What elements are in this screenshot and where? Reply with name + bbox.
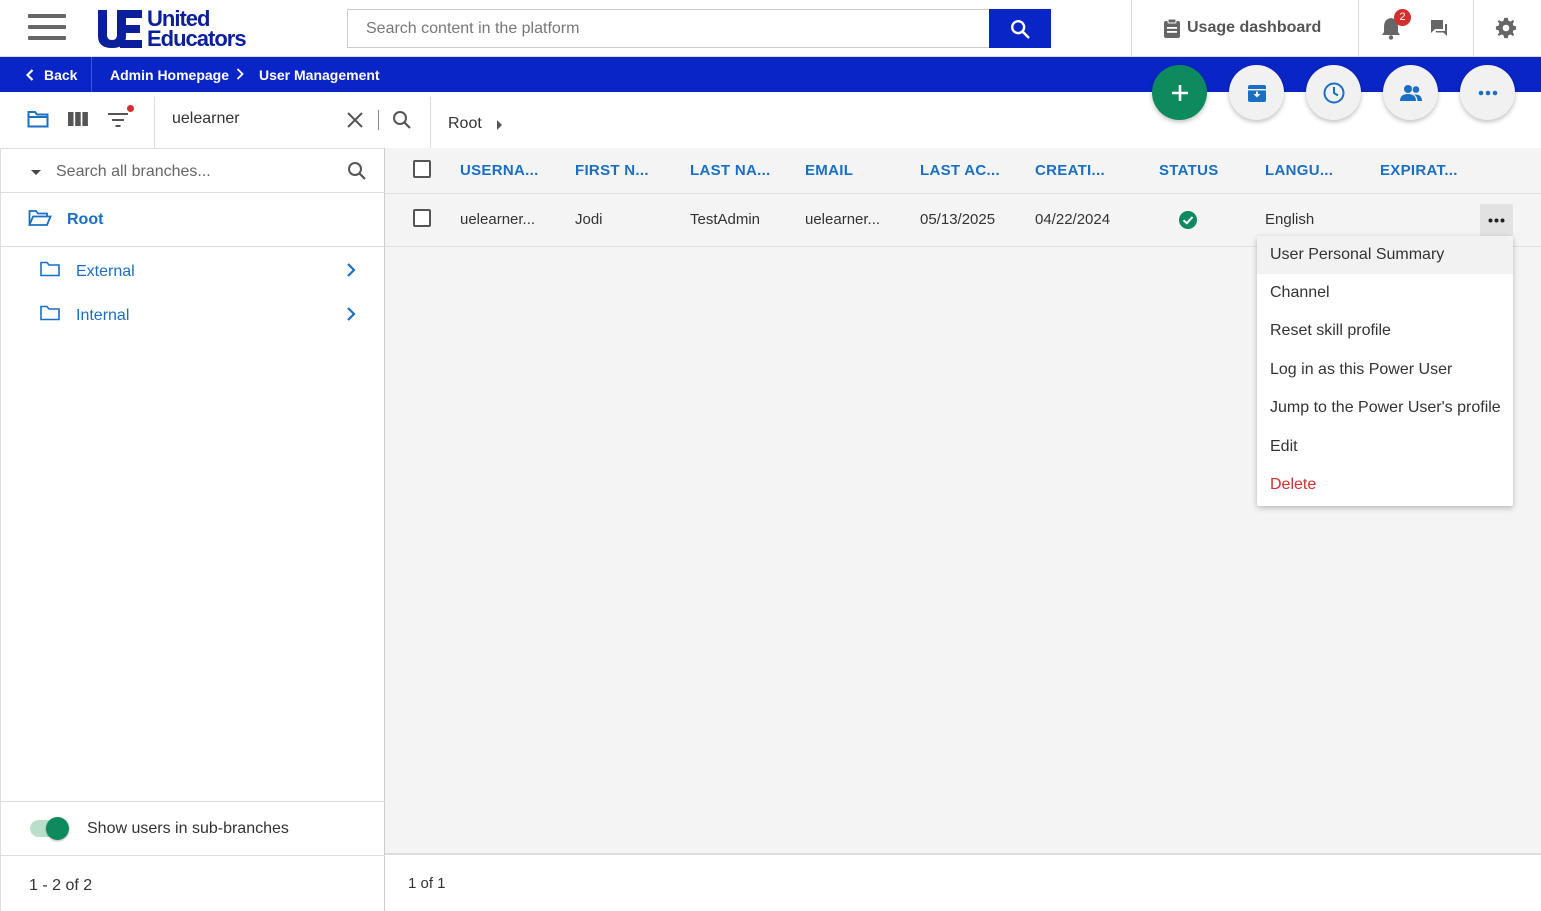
grid-pagination-label: 1 of 1 — [408, 875, 446, 892]
ellipsis-icon — [1488, 218, 1505, 222]
top-header: United Educators Usage dashboard 2 — [0, 0, 1541, 57]
caret-right-icon[interactable] — [497, 120, 502, 130]
select-all-checkbox[interactable] — [413, 160, 431, 178]
groups-button[interactable] — [1383, 65, 1438, 120]
columns-icon[interactable] — [68, 112, 88, 131]
usage-dashboard-label: Usage dashboard — [1187, 19, 1322, 36]
branch-item-label: Internal — [76, 307, 130, 324]
sub-branches-toggle[interactable] — [30, 817, 69, 840]
cell-creation: 04/22/2024 — [1035, 211, 1111, 228]
branch-item-external[interactable]: External — [1, 250, 385, 290]
settings-gear-icon[interactable] — [1495, 17, 1517, 44]
plus-icon — [1171, 84, 1188, 101]
logo-mark — [96, 9, 144, 49]
column-header-username[interactable]: USERNA... — [460, 162, 539, 179]
user-search-input[interactable]: uelearner — [172, 110, 240, 128]
add-user-button[interactable] — [1152, 65, 1207, 120]
branch-item-label: External — [76, 263, 135, 280]
sub-branches-toggle-row: Show users in sub-branches — [1, 801, 385, 855]
back-button[interactable]: Back — [26, 67, 77, 83]
search-icon[interactable] — [347, 161, 367, 186]
chevron-left-icon — [26, 69, 34, 81]
search-icon — [1011, 19, 1030, 39]
folder-icon — [40, 305, 60, 326]
global-search-button[interactable] — [989, 9, 1051, 48]
filter-icon[interactable] — [108, 112, 128, 133]
search-icon[interactable] — [392, 110, 412, 135]
users-icon — [1399, 84, 1422, 101]
branches-panel: Root External Internal Show users in sub… — [0, 148, 385, 911]
logo-line-2: Educators — [147, 26, 247, 51]
back-label: Back — [44, 67, 78, 83]
usage-dashboard-link[interactable]: Usage dashboard — [1163, 18, 1321, 38]
ellipsis-icon — [1478, 90, 1497, 95]
clock-icon — [1323, 82, 1344, 103]
breadcrumb-admin-homepage[interactable]: Admin Homepage — [110, 67, 229, 83]
menu-item-edit[interactable]: Edit — [1257, 428, 1513, 466]
branch-search — [1, 149, 385, 193]
branch-root-label: Root — [67, 211, 104, 228]
clipboard-icon — [1164, 18, 1180, 38]
folder-open-icon — [28, 209, 52, 232]
global-search-input[interactable] — [348, 10, 990, 47]
row-actions-button[interactable] — [1480, 204, 1513, 236]
notification-count-badge: 2 — [1394, 9, 1411, 26]
branch-item-internal[interactable]: Internal — [1, 294, 385, 334]
column-header-last-access[interactable]: LAST AC... — [920, 162, 1000, 179]
messages-chat-icon[interactable] — [1429, 18, 1449, 43]
archive-icon — [1247, 84, 1266, 102]
column-header-expiration[interactable]: EXPIRAT... — [1380, 162, 1458, 179]
more-actions-button[interactable] — [1460, 65, 1515, 120]
menu-item-jump-to-profile[interactable]: Jump to the Power User's profile — [1257, 389, 1513, 427]
column-header-status[interactable]: STATUS — [1159, 162, 1219, 179]
caret-down-icon[interactable] — [31, 170, 41, 175]
clear-search-icon[interactable] — [346, 111, 364, 134]
column-header-first-name[interactable]: FIRST N... — [575, 162, 649, 179]
sub-branches-label: Show users in sub-branches — [87, 820, 289, 837]
column-header-creation[interactable]: CREATI... — [1035, 162, 1105, 179]
chevron-right-icon — [236, 67, 244, 83]
cell-last-name: TestAdmin — [690, 211, 761, 228]
column-header-email[interactable]: EMAIL — [805, 162, 853, 179]
cell-last-access: 05/13/2025 — [920, 211, 996, 228]
menu-item-channel[interactable]: Channel — [1257, 274, 1513, 312]
menu-item-delete[interactable]: Delete — [1257, 466, 1513, 504]
breadcrumb-user-management: User Management — [259, 67, 380, 83]
branch-root[interactable]: Root — [1, 193, 385, 247]
menu-item-log-in-as-user[interactable]: Log in as this Power User — [1257, 351, 1513, 389]
cell-email: uelearner... — [805, 211, 881, 228]
folder-icon — [40, 261, 60, 282]
archive-button[interactable] — [1229, 65, 1284, 120]
cell-username: uelearner... — [460, 211, 536, 228]
cell-language: English — [1265, 211, 1315, 228]
row-checkbox[interactable] — [413, 209, 431, 227]
folder-view-icon[interactable] — [27, 110, 49, 133]
path-root[interactable]: Root — [448, 115, 482, 133]
chevron-right-icon[interactable] — [346, 306, 356, 327]
cell-first-name: Jodi — [575, 211, 603, 228]
history-button[interactable] — [1306, 65, 1361, 120]
hamburger-menu-icon[interactable] — [28, 14, 68, 42]
column-header-language[interactable]: LANGU... — [1265, 162, 1333, 179]
row-context-menu: User Personal Summary Channel Reset skil… — [1257, 236, 1513, 506]
menu-item-user-personal-summary[interactable]: User Personal Summary — [1257, 236, 1513, 274]
branch-search-input[interactable] — [56, 159, 326, 185]
grid-pagination: 1 of 1 — [385, 853, 1541, 911]
column-header-last-name[interactable]: LAST NA... — [690, 162, 771, 179]
active-filter-dot — [127, 105, 134, 112]
status-active-icon — [1179, 211, 1197, 229]
grid-header: USERNA... FIRST N... LAST NA... EMAIL LA… — [385, 148, 1541, 194]
global-search-box — [347, 9, 990, 48]
menu-item-reset-skill-profile[interactable]: Reset skill profile — [1257, 312, 1513, 350]
united-educators-logo[interactable]: United Educators — [96, 8, 247, 51]
branches-pagination-label: 1 - 2 of 2 — [29, 877, 93, 894]
chevron-right-icon[interactable] — [346, 262, 356, 283]
branches-pagination: 1 - 2 of 2 — [1, 855, 385, 911]
